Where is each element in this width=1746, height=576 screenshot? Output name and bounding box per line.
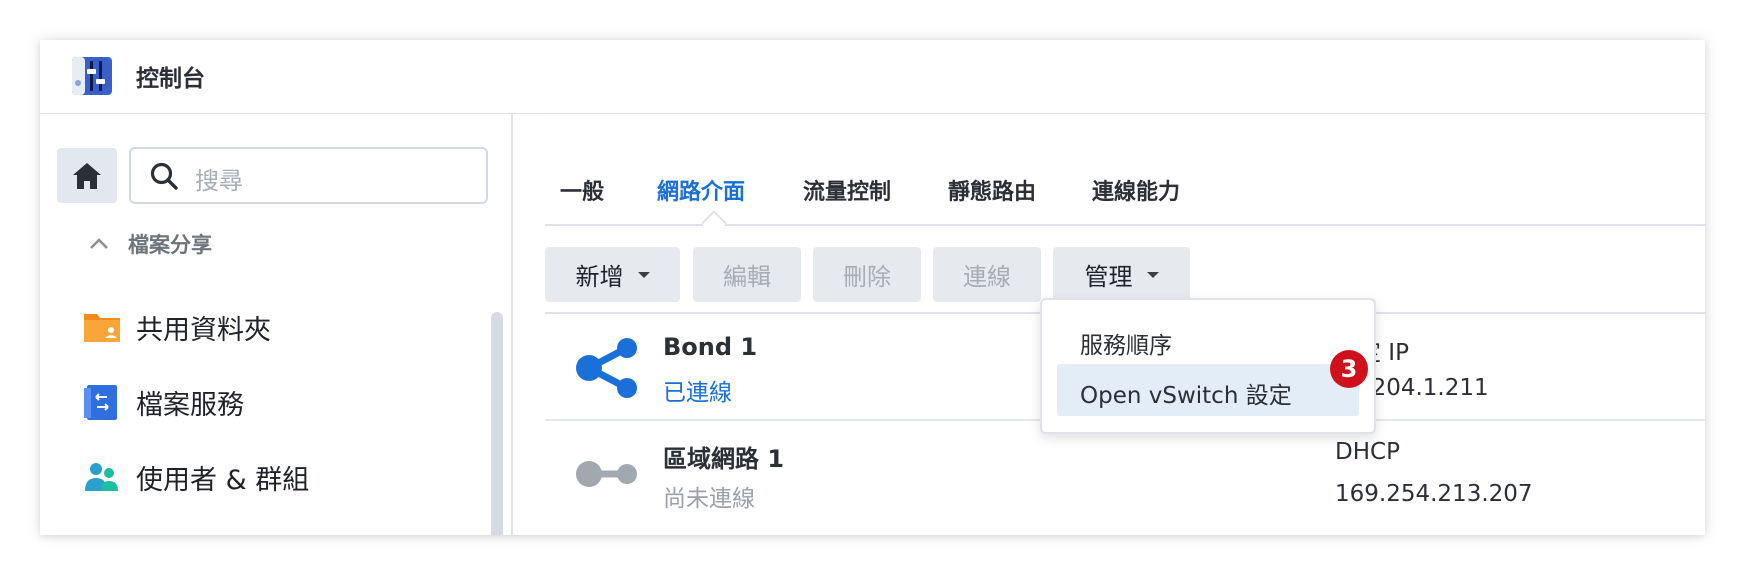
add-button-label: 新增	[575, 263, 624, 291]
caret-down-icon	[637, 271, 650, 278]
connect-button-label: 連線	[963, 263, 1011, 291]
sidebar-item-label: 檔案服務	[136, 389, 244, 421]
menu-item-label: 服務順序	[1080, 333, 1172, 359]
menu-item-service-order[interactable]: 服務順序	[1057, 314, 1359, 366]
interface-ip-address: 169.254.213.207	[1335, 481, 1533, 507]
connect-button[interactable]: 連線	[933, 247, 1041, 302]
home-icon	[73, 162, 101, 189]
sidebar: 搜尋 檔案分享 共用資料夾 檔案服務 使用者 & 群組	[40, 114, 513, 535]
tab-bar: 一般 網路介面 流量控制 靜態路由 連線能力	[545, 114, 1705, 236]
manage-dropdown-menu: 服務順序 Open vSwitch 設定 3	[1040, 298, 1376, 434]
chevron-up-icon	[90, 238, 108, 249]
app-title: 控制台	[136, 66, 205, 92]
tab-static-route[interactable]: 靜態路由	[948, 174, 1036, 206]
manage-button[interactable]: 管理	[1053, 247, 1190, 302]
sidebar-item-shared-folder[interactable]: 共用資料夾	[82, 302, 271, 352]
title-bar: 控制台	[40, 40, 1705, 114]
interface-name: 區域網路 1	[663, 445, 785, 473]
menu-item-label: Open vSwitch 設定	[1080, 383, 1292, 409]
share-network-icon	[576, 338, 637, 398]
active-tab-indicator	[701, 210, 727, 236]
edit-button-label: 編輯	[723, 263, 771, 291]
sidebar-item-users-groups[interactable]: 使用者 & 群組	[82, 452, 309, 502]
users-icon	[85, 463, 118, 491]
tab-connectivity[interactable]: 連線能力	[1092, 174, 1180, 206]
sidebar-item-label: 共用資料夾	[136, 314, 271, 346]
search-icon	[150, 162, 178, 190]
tab-general[interactable]: 一般	[560, 174, 604, 206]
delete-button[interactable]: 刪除	[813, 247, 921, 302]
interface-name: Bond 1	[663, 333, 758, 361]
section-label: 檔案分享	[128, 233, 212, 257]
sidebar-item-file-services[interactable]: 檔案服務	[82, 377, 244, 427]
manage-button-label: 管理	[1084, 263, 1133, 291]
main-panel: 一般 網路介面 流量控制 靜態路由 連線能力 新增 編輯 刪除 連線 管理 Bo…	[513, 114, 1705, 535]
interface-status: 尚未連線	[663, 486, 755, 512]
search-input[interactable]: 搜尋	[129, 147, 488, 204]
file-services-icon	[84, 385, 117, 420]
sidebar-item-label: 使用者 & 群組	[136, 464, 310, 496]
tab-network-interface[interactable]: 網路介面	[657, 174, 745, 206]
interface-ip-mode: DHCP	[1335, 439, 1400, 465]
caret-down-icon	[1146, 271, 1159, 278]
step-callout-badge: 3	[1330, 350, 1368, 388]
delete-button-label: 刪除	[843, 263, 891, 291]
search-placeholder: 搜尋	[195, 167, 243, 195]
interface-status: 已連線	[663, 380, 732, 406]
tab-traffic-control[interactable]: 流量控制	[803, 174, 891, 206]
edit-button[interactable]: 編輯	[693, 247, 801, 302]
home-button[interactable]	[57, 148, 117, 203]
folder-icon	[84, 314, 120, 342]
ethernet-disconnected-icon	[576, 461, 637, 487]
control-panel-app-icon	[72, 57, 112, 95]
section-file-sharing[interactable]: 檔案分享	[88, 228, 212, 260]
sidebar-scrollbar[interactable]	[491, 312, 503, 535]
add-button[interactable]: 新增	[545, 247, 680, 302]
menu-item-open-vswitch-settings[interactable]: Open vSwitch 設定	[1057, 364, 1359, 416]
control-panel-window: 控制台 搜尋 檔案分享 共用資料夾 檔案服務 使用者 & 群組 一般 網路介面 …	[40, 40, 1705, 535]
